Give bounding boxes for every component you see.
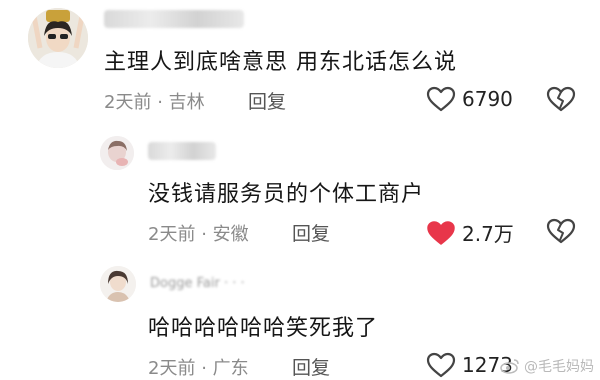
avatar[interactable] bbox=[100, 266, 136, 302]
dislike-button[interactable] bbox=[546, 86, 576, 116]
comment-text: 哈哈哈哈哈哈笑死我了 bbox=[148, 316, 379, 341]
avatar-image bbox=[100, 136, 134, 170]
weibo-logo-icon bbox=[500, 359, 519, 374]
broken-heart-icon bbox=[546, 86, 576, 112]
comment-item: 没钱请服务员的个体工商户 2天前 · 安徽 回复 2.7万 bbox=[0, 130, 600, 255]
comment-time: 2天前 bbox=[148, 358, 196, 379]
avatar[interactable] bbox=[28, 8, 88, 68]
username-blurred[interactable]: Dogge Fair · · · bbox=[150, 276, 245, 291]
meta-separator: · bbox=[201, 358, 213, 379]
broken-heart-icon bbox=[546, 218, 576, 244]
avatar-image bbox=[28, 8, 88, 68]
comment-item: 主理人到底啥意思 用东北话怎么说 2天前 · 吉林 回复 6790 bbox=[0, 0, 600, 120]
avatar[interactable] bbox=[100, 136, 134, 170]
comment-time: 2天前 bbox=[148, 224, 196, 245]
comment-location: 吉林 bbox=[168, 92, 205, 113]
like-count: 6790 bbox=[462, 87, 513, 111]
comment-text: 主理人到底啥意思 用东北话怎么说 bbox=[104, 50, 457, 75]
heart-outline-icon bbox=[426, 352, 456, 378]
comment-location: 广东 bbox=[212, 358, 249, 379]
reply-button[interactable]: 回复 bbox=[292, 219, 330, 246]
comment-meta: 2天前 · 安徽 bbox=[148, 220, 249, 246]
heart-outline-icon bbox=[426, 86, 456, 112]
comment-meta: 2天前 · 吉林 bbox=[104, 88, 205, 114]
meta-separator: · bbox=[157, 92, 169, 113]
comment-meta: 2天前 · 广东 bbox=[148, 354, 249, 380]
username-blurred[interactable] bbox=[104, 10, 244, 28]
dislike-button[interactable] bbox=[546, 218, 576, 248]
comment-location: 安徽 bbox=[212, 224, 249, 245]
avatar-image bbox=[100, 266, 136, 302]
heart-filled-icon bbox=[427, 220, 455, 245]
comment-text: 没钱请服务员的个体工商户 bbox=[148, 182, 425, 207]
comment-time: 2天前 bbox=[104, 92, 152, 113]
like-button[interactable]: 2.7万 bbox=[426, 218, 514, 247]
meta-separator: · bbox=[201, 224, 213, 245]
like-count: 2.7万 bbox=[462, 222, 514, 246]
like-button[interactable]: 6790 bbox=[426, 86, 513, 112]
watermark: @毛毛妈妈 bbox=[500, 356, 594, 376]
reply-button[interactable]: 回复 bbox=[292, 353, 330, 380]
watermark-text: @毛毛妈妈 bbox=[524, 359, 594, 375]
reply-button[interactable]: 回复 bbox=[248, 87, 286, 114]
username-blurred[interactable] bbox=[148, 142, 216, 160]
